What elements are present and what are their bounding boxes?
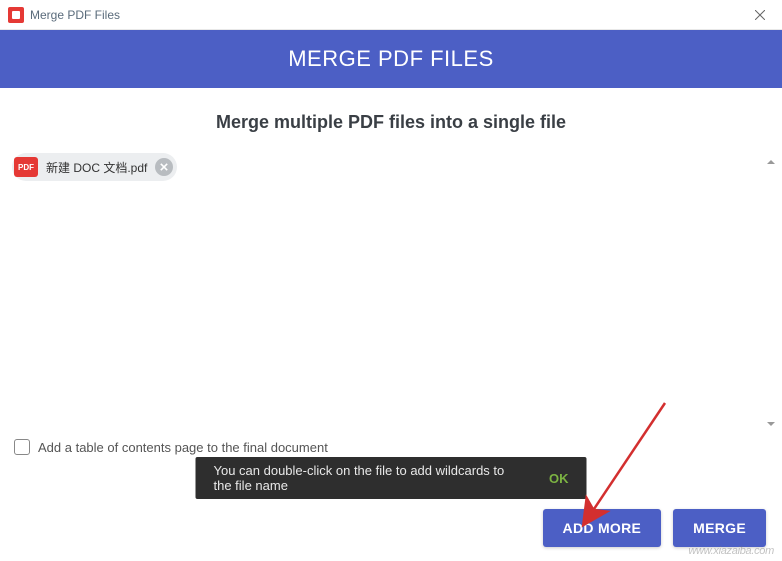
pdf-icon: PDF [14,157,38,177]
toast-notification: You can double-click on the file to add … [196,457,587,499]
file-name: 新建 DOC 文档.pdf [46,159,147,176]
scroll-down-button[interactable] [764,415,778,433]
header-banner: MERGE PDF FILES [0,30,782,88]
toast-text: You can double-click on the file to add … [214,463,522,493]
remove-file-button[interactable] [155,158,173,176]
button-row: ADD MORE MERGE [543,509,766,547]
window-title: Merge PDF Files [30,8,120,22]
merge-button[interactable]: MERGE [673,509,766,547]
header-title: MERGE PDF FILES [288,46,494,72]
file-list-area: PDF 新建 DOC 文档.pdf [0,153,782,433]
close-button[interactable] [737,0,782,30]
titlebar: Merge PDF Files [0,0,782,30]
page-subtitle: Merge multiple PDF files into a single f… [0,112,782,133]
scroll-up-button[interactable] [764,153,778,171]
toc-label: Add a table of contents page to the fina… [38,440,328,455]
add-more-button[interactable]: ADD MORE [543,509,662,547]
app-icon [8,7,24,23]
toast-ok-button[interactable]: OK [549,471,569,486]
toc-checkbox[interactable] [14,439,30,455]
file-chip[interactable]: PDF 新建 DOC 文档.pdf [12,153,177,181]
